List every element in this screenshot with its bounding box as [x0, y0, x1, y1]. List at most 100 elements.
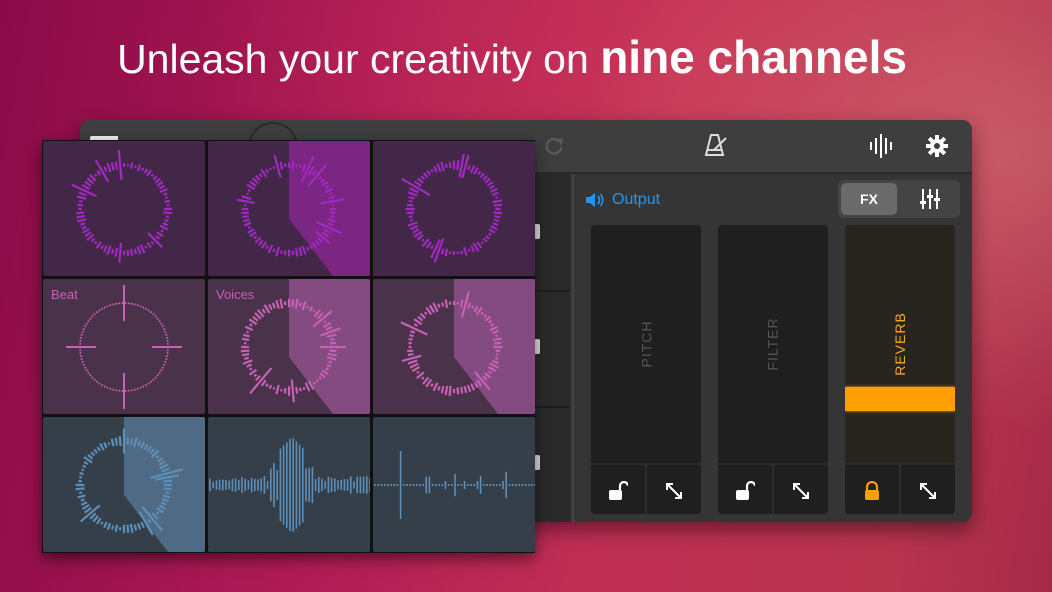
ring-bar [96, 170, 102, 176]
ring-bar [291, 160, 295, 170]
ring-bar [325, 367, 330, 371]
redo-icon[interactable] [540, 132, 568, 160]
expand-icon[interactable] [645, 465, 701, 514]
ring-bar [241, 352, 250, 357]
ring-dot [79, 342, 82, 345]
ring-bar [258, 172, 263, 178]
ring-bar [254, 236, 262, 244]
ring-bar [469, 164, 476, 174]
lock-open-icon[interactable] [718, 465, 772, 514]
sound-pad[interactable] [373, 141, 535, 276]
ring-bar [406, 203, 414, 207]
ring-bar [433, 165, 438, 173]
ring-bar [150, 240, 155, 245]
ring-bar [140, 521, 145, 529]
waveform-icon[interactable] [868, 132, 896, 160]
ring-dot [136, 387, 139, 390]
fx-level-bar[interactable] [845, 387, 955, 411]
ring-bar [236, 198, 255, 204]
sound-pad[interactable] [373, 279, 535, 414]
fx-slot-filter[interactable]: FILTER [718, 225, 828, 514]
ring-bar [467, 248, 471, 253]
ring-bar [476, 241, 483, 249]
sound-pad[interactable] [43, 141, 205, 276]
ring-bar [159, 224, 169, 231]
ring-bar [107, 442, 111, 446]
sound-pad[interactable] [208, 417, 370, 552]
ring-bar [93, 448, 99, 454]
ring-dot [163, 328, 166, 331]
ring-bar [488, 370, 492, 374]
ring-bar [265, 383, 269, 388]
ring-bar [81, 468, 85, 472]
ring-bar [493, 218, 500, 223]
fx-tab[interactable]: FX [841, 183, 897, 215]
ring-dot [79, 352, 82, 355]
ring-bar [130, 438, 134, 445]
ring-dot [109, 304, 112, 307]
sound-pad[interactable] [373, 417, 535, 552]
ring-bar [466, 384, 472, 393]
ring-bar [103, 442, 108, 449]
ring-bar [495, 196, 498, 199]
sliders-icon [920, 189, 940, 209]
ring-bar [110, 438, 115, 447]
ring-bar [425, 241, 432, 249]
ring-dot [81, 361, 84, 363]
ring-bar [76, 218, 87, 223]
ring-bar [490, 225, 498, 231]
ring-dot [84, 366, 87, 369]
ring-bar [408, 215, 413, 219]
ring-bar [129, 248, 134, 256]
ring-bar [117, 150, 123, 181]
ring-bar [114, 437, 119, 446]
ring-bar [152, 175, 158, 181]
mixer-tab[interactable] [902, 183, 958, 215]
ring-bar [78, 200, 83, 203]
expand-icon[interactable] [899, 465, 955, 514]
ring-bar [448, 162, 452, 169]
ring-bar [295, 164, 298, 168]
ring-bar [261, 308, 267, 314]
gear-icon[interactable] [923, 132, 951, 160]
ring-bar [246, 192, 249, 196]
ring-bar [298, 302, 302, 307]
ring-bar [260, 379, 267, 387]
ring-bar [494, 341, 502, 345]
fx-slot-reverb[interactable]: REVERB [845, 225, 955, 514]
sound-pad[interactable] [43, 417, 205, 552]
ring-dot [81, 331, 84, 333]
ring-bar [410, 224, 419, 231]
metronome-icon[interactable] [702, 132, 730, 160]
ring-bar [241, 211, 250, 215]
sound-pad[interactable]: Beat [43, 279, 205, 414]
fx-label: FILTER [718, 225, 828, 463]
ring-bar [421, 376, 425, 380]
fx-slot-pitch[interactable]: PITCH [591, 225, 701, 514]
ring-bar [133, 524, 138, 531]
expand-icon[interactable] [772, 465, 828, 514]
ring-dot [142, 306, 145, 309]
ring-dot [80, 333, 83, 336]
ring-bar [254, 375, 261, 382]
lock-closed-icon[interactable] [845, 465, 899, 514]
ring-dot [166, 349, 169, 352]
ring-bar [159, 184, 166, 190]
ring-dot [166, 352, 169, 355]
ring-bar [76, 214, 86, 219]
ring-bar [242, 215, 249, 219]
ring-bar [126, 437, 130, 445]
ring-bar [144, 245, 148, 249]
ring-dot [127, 389, 130, 392]
sound-pad[interactable] [208, 141, 370, 276]
ring-bar [118, 436, 122, 447]
ring-bar [328, 360, 333, 364]
ring-bar [489, 184, 495, 190]
lock-open-icon[interactable] [591, 465, 645, 514]
output-selector[interactable]: Output [586, 191, 660, 209]
sound-pad[interactable]: Voices [208, 279, 370, 414]
ring-bar [279, 298, 284, 309]
ring-bar [416, 370, 420, 374]
ring-bar [95, 241, 102, 249]
ring-bar [146, 169, 153, 177]
